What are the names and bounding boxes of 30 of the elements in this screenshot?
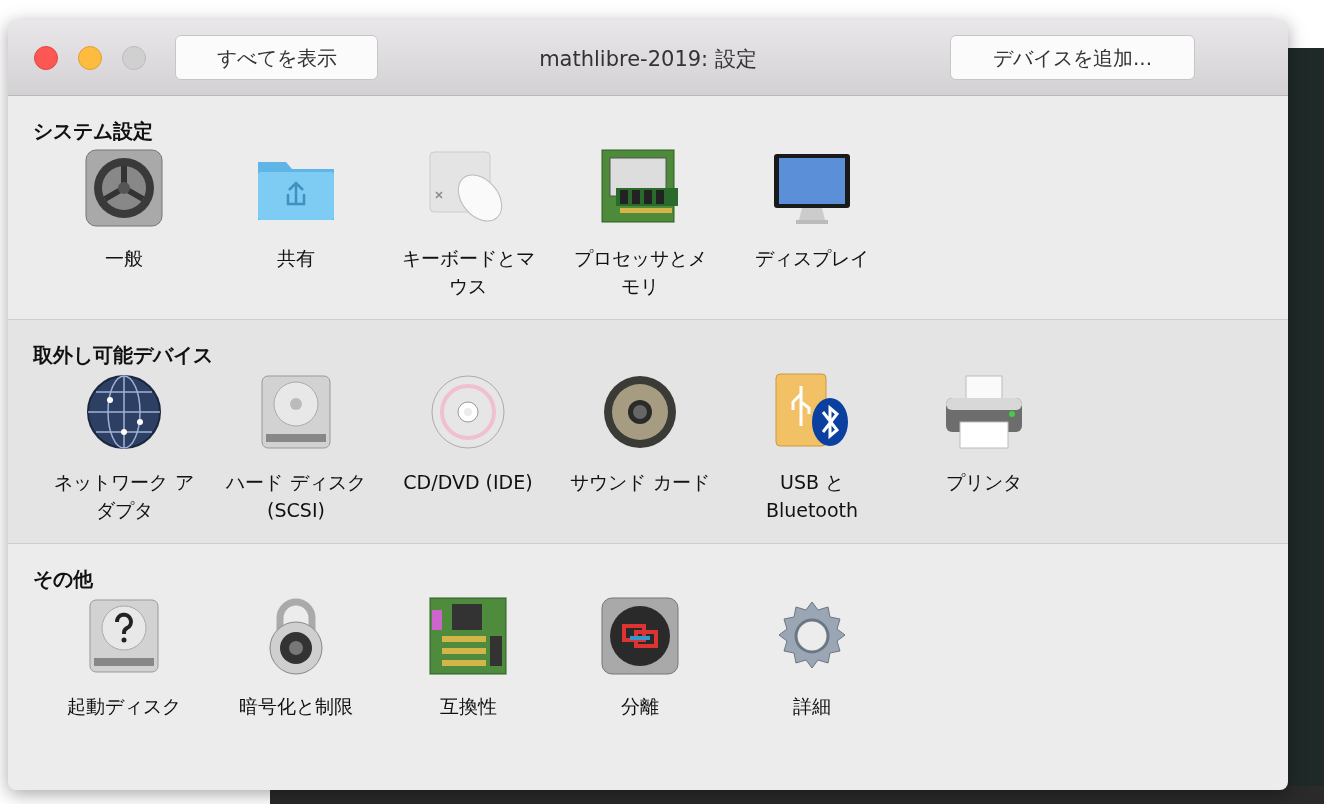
minimize-button[interactable] [78, 45, 102, 70]
show-all-button[interactable]: すべてを表示 [175, 35, 378, 80]
settings-item[interactable]: サウンド カード [554, 372, 726, 524]
settings-item[interactable]: キーボードとマウス [382, 148, 554, 300]
zoom-button[interactable] [122, 45, 146, 70]
globe-icon [84, 372, 164, 452]
settings-item[interactable]: ネットワーク アダプタ [38, 372, 210, 524]
section-heading: 取外し可能デバイス [33, 342, 214, 368]
settings-item[interactable]: 暗号化と制限 [210, 596, 382, 720]
app-icon [600, 596, 680, 676]
settings-item[interactable]: プリンタ [898, 372, 1070, 524]
settings-item[interactable]: USB と Bluetooth [726, 372, 898, 524]
add-device-button[interactable]: デバイスを追加... [950, 35, 1195, 80]
settings-item[interactable]: 一般 [38, 148, 210, 300]
circuit-board-icon [428, 596, 508, 676]
close-button[interactable] [34, 45, 58, 70]
printer-icon [944, 372, 1024, 452]
settings-item[interactable]: ディスプレイ [726, 148, 898, 300]
settings-item[interactable]: 分離 [554, 596, 726, 720]
settings-item[interactable]: ハード ディスク (SCSI) [210, 372, 382, 524]
settings-item[interactable]: プロセッサとメモリ [554, 148, 726, 300]
section-heading: その他 [33, 566, 94, 592]
section-heading: システム設定 [33, 118, 154, 144]
settings-item[interactable]: CD/DVD (IDE) [382, 372, 554, 524]
disc-icon [428, 372, 508, 452]
settings-item[interactable]: 詳細 [726, 596, 898, 720]
settings-item[interactable]: 共有 [210, 148, 382, 300]
settings-item[interactable]: 起動ディスク [38, 596, 210, 720]
settings-item[interactable]: 互換性 [382, 596, 554, 720]
window-title: mathlibre-2019: 設定 [538, 46, 758, 73]
